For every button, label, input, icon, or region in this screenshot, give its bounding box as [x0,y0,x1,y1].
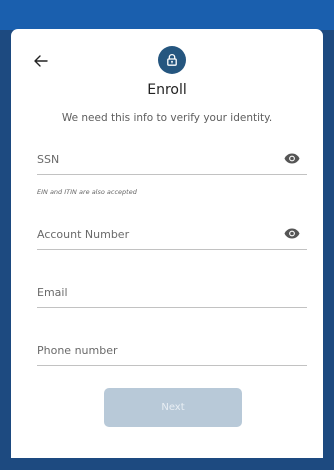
eye-icon [284,153,300,163]
page-title: Enroll [147,82,187,98]
account-number-visibility-toggle[interactable] [283,226,301,240]
page-subtitle: We need this info to verify your identit… [61,112,273,124]
ssn-helper-text: EIN and ITIN are also accepted [37,188,137,196]
phone-field [37,336,307,366]
arrow-left-icon [34,55,48,67]
ssn-visibility-toggle[interactable] [283,151,301,165]
email-field [37,278,307,308]
account-number-input[interactable] [37,220,267,248]
enroll-card: Enroll We need this info to verify your … [11,29,323,470]
phone-input[interactable] [37,336,267,364]
lock-icon [167,54,177,66]
page: Enroll We need this info to verify your … [0,0,334,470]
ssn-input[interactable] [37,145,267,173]
ssn-field [37,145,307,175]
eye-icon [284,228,300,238]
account-number-field [37,220,307,250]
lock-badge [158,46,186,74]
bottom-bar [0,458,334,470]
next-button[interactable]: Next [104,388,242,427]
back-button[interactable] [31,51,51,71]
background-header [0,0,334,30]
email-input[interactable] [37,278,267,306]
